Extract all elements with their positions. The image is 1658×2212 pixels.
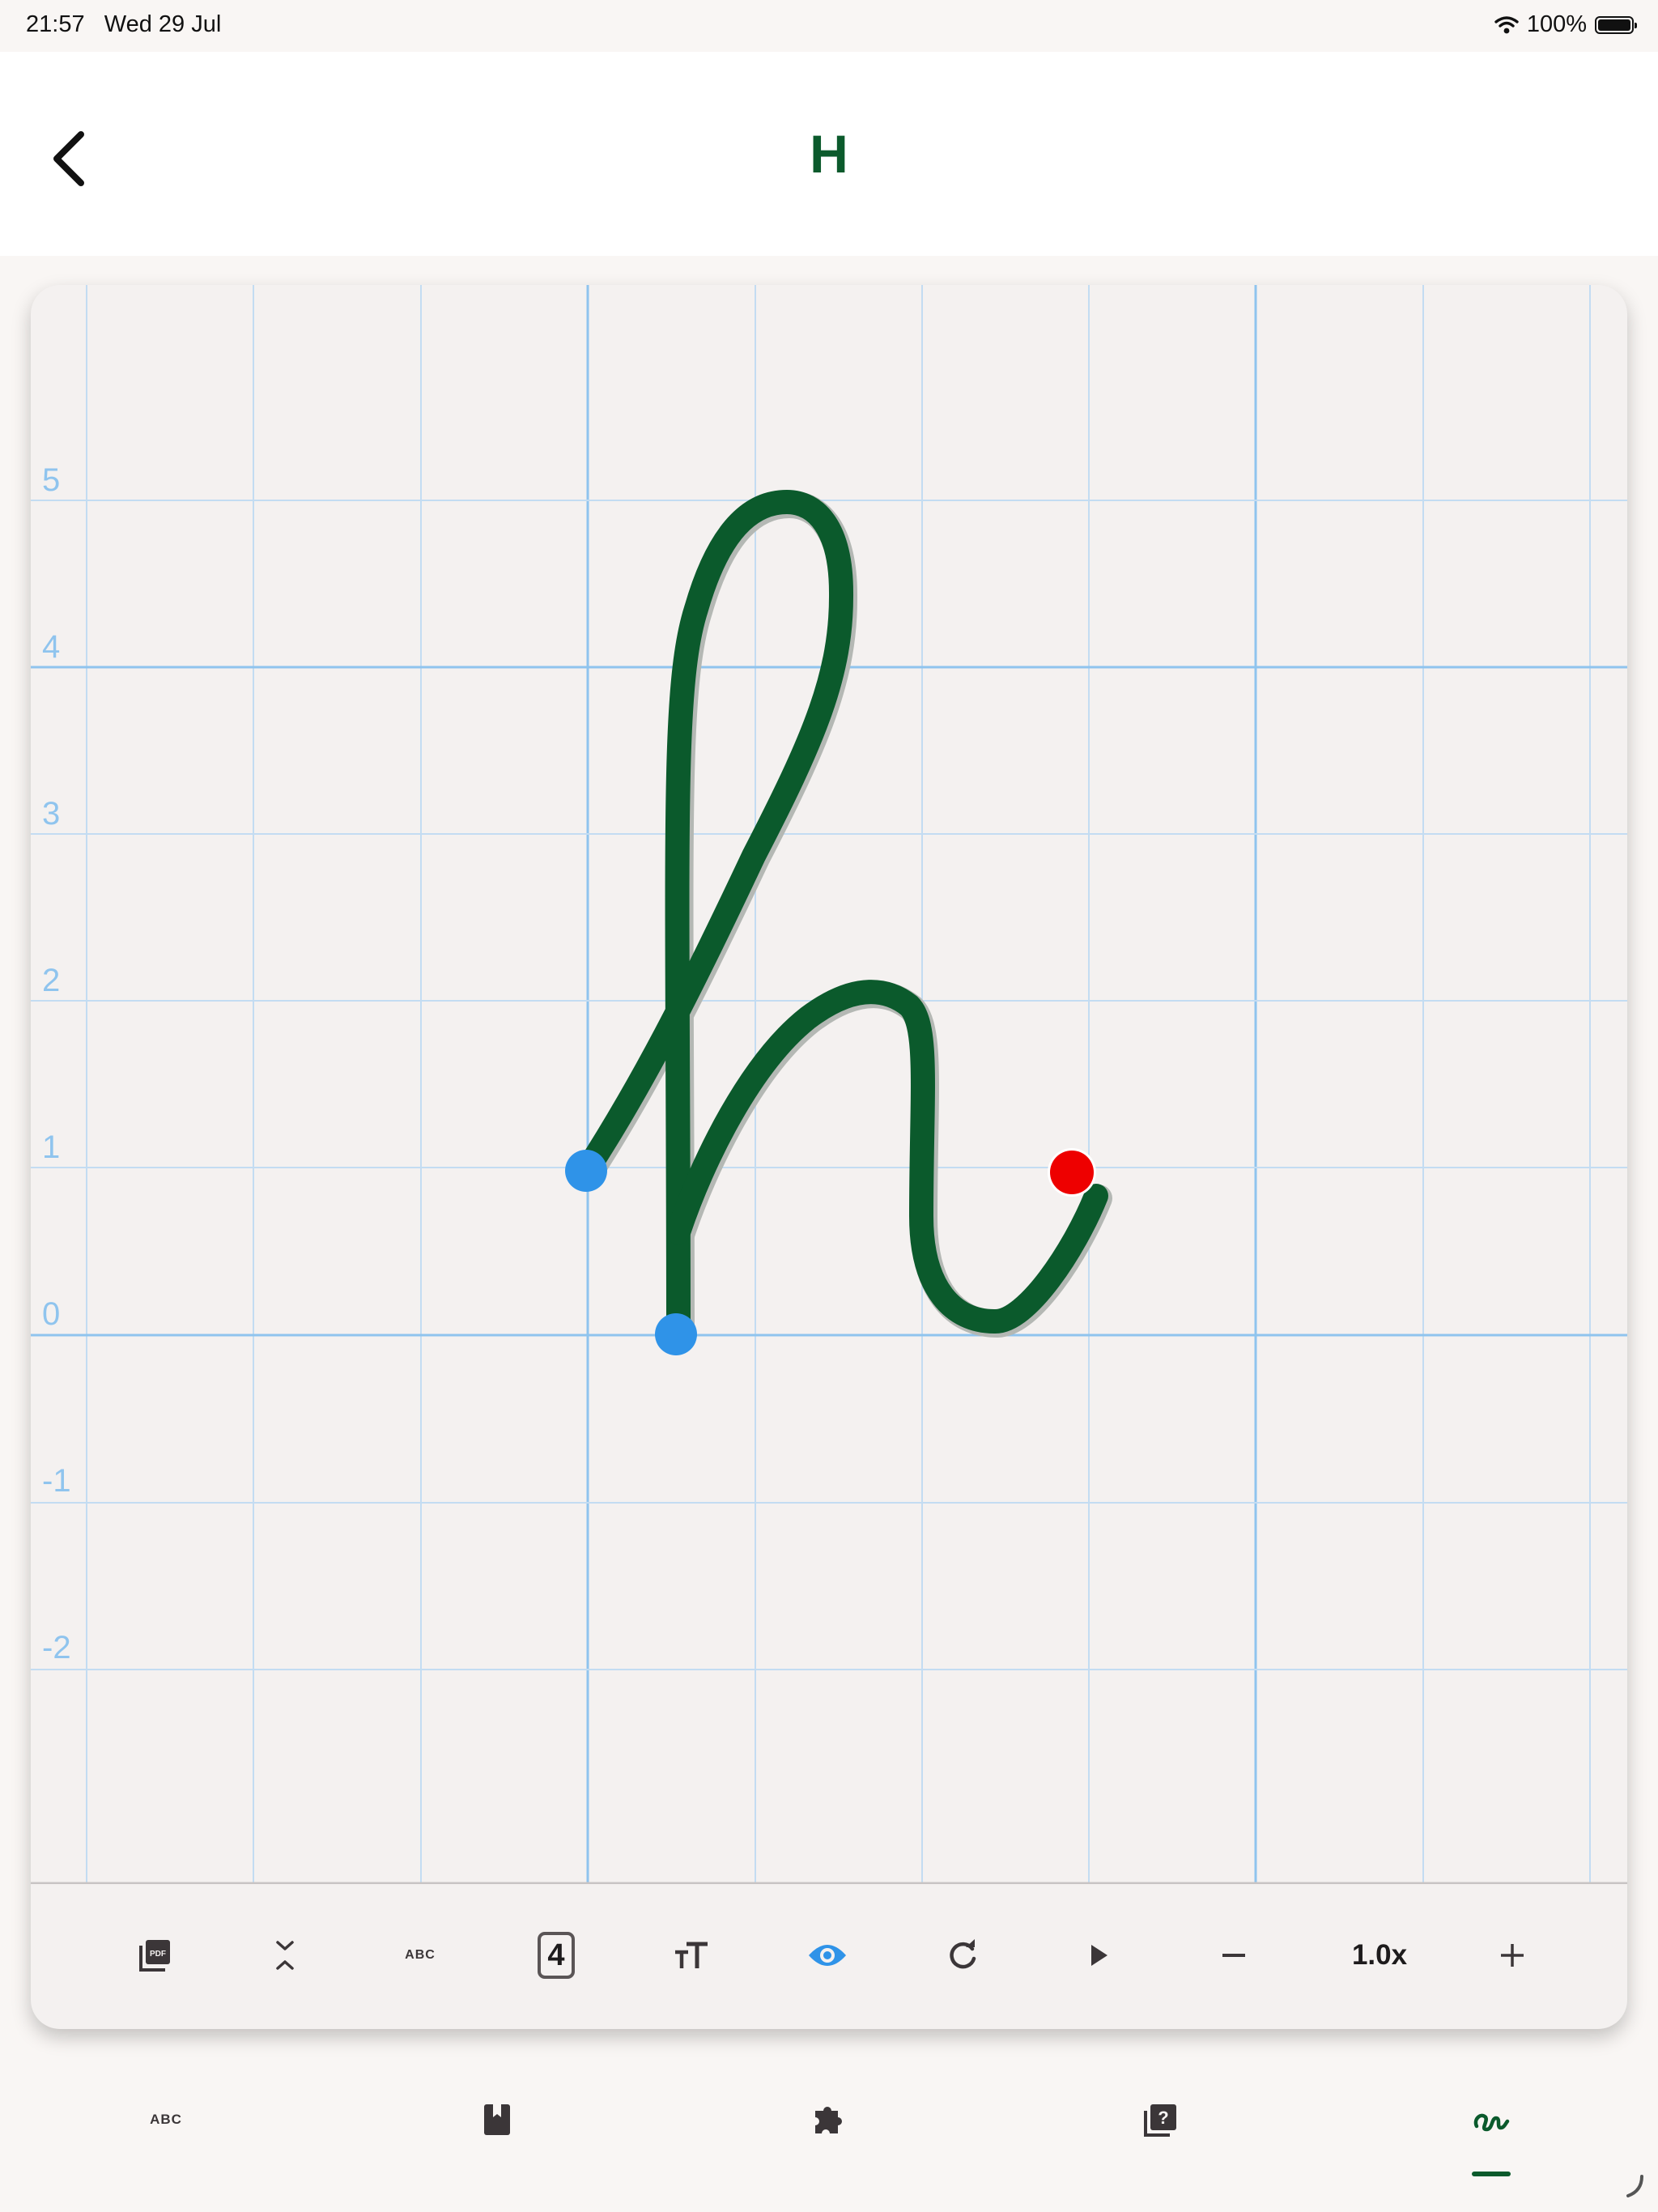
text-size-icon	[675, 1942, 708, 1968]
drawing-toolbar: PDF ABC 4 1.0x	[31, 1884, 1627, 2029]
svg-text:PDF: PDF	[150, 1950, 166, 1959]
play-icon	[1091, 1945, 1107, 1966]
tab-book[interactable]	[449, 2079, 546, 2160]
refresh-icon	[950, 1939, 976, 1969]
minus-icon	[1222, 1954, 1245, 1957]
battery-percent: 100%	[1526, 11, 1587, 37]
writing-canvas-card: 5 4 3 2 1 0 -1 -2 PDF ABC 4 1.0x	[31, 285, 1627, 2029]
wifi-icon	[1494, 15, 1519, 33]
start-marker[interactable]	[565, 1150, 607, 1192]
reset-button[interactable]	[924, 1916, 1001, 1994]
letter-stroke-ascender	[575, 490, 854, 1347]
axis-label-2: 2	[42, 963, 60, 998]
axis-label-4: 4	[42, 629, 60, 665]
axis-label-neg2: -2	[42, 1630, 71, 1665]
tab-trace[interactable]	[1443, 2079, 1540, 2160]
puzzle-icon	[815, 2107, 842, 2133]
page-title: H	[810, 124, 848, 184]
collapse-icon	[276, 1941, 294, 1970]
stroke-count-button[interactable]: 4	[517, 1916, 595, 1994]
speed-decrease-button[interactable]	[1195, 1916, 1273, 1994]
speed-increase-button[interactable]	[1473, 1916, 1551, 1994]
end-marker-fill	[1050, 1151, 1094, 1194]
stroke-count: 4	[538, 1932, 575, 1979]
axis-label-5: 5	[42, 462, 60, 498]
visibility-toggle[interactable]	[789, 1916, 866, 1994]
axis-label-0: 0	[42, 1296, 60, 1332]
pdf-icon: PDF	[139, 1940, 170, 1972]
status-time: 21:57 Wed 29 Jul	[26, 11, 222, 37]
play-button[interactable]	[1060, 1916, 1137, 1994]
header: H	[0, 52, 1658, 256]
trace-icon	[1473, 2113, 1510, 2132]
speed-value: 1.0x	[1351, 1939, 1408, 1971]
battery-icon	[1595, 15, 1637, 34]
axis-label-3: 3	[42, 796, 60, 832]
tab-puzzle[interactable]	[780, 2079, 878, 2160]
status-right: 100%	[1494, 11, 1637, 38]
letter-stroke-hump	[666, 980, 1108, 1334]
status-bar: 21:57 Wed 29 Jul 100%	[0, 0, 1658, 52]
home-indicator	[1626, 2175, 1643, 2197]
bottom-tab-bar: ABC ?	[0, 2061, 1658, 2175]
eye-icon	[809, 1945, 846, 1966]
tab-quiz[interactable]: ?	[1111, 2079, 1208, 2160]
axis-label-1: 1	[42, 1129, 60, 1165]
svg-text:?: ?	[1158, 2108, 1168, 2128]
abc-button[interactable]: ABC	[381, 1916, 459, 1994]
axis-label-neg1: -1	[42, 1463, 71, 1499]
plus-icon	[1501, 1944, 1524, 1967]
tab-alphabet[interactable]: ABC	[117, 2079, 215, 2160]
quiz-icon: ?	[1144, 2104, 1176, 2137]
active-tab-indicator	[1472, 2172, 1511, 2176]
start-marker[interactable]	[655, 1313, 697, 1355]
pdf-button[interactable]: PDF	[115, 1916, 193, 1994]
writing-grid[interactable]: 5 4 3 2 1 0 -1 -2	[31, 285, 1627, 1884]
collapse-button[interactable]	[246, 1916, 324, 1994]
text-size-button[interactable]	[653, 1916, 730, 1994]
book-icon	[484, 2104, 510, 2135]
